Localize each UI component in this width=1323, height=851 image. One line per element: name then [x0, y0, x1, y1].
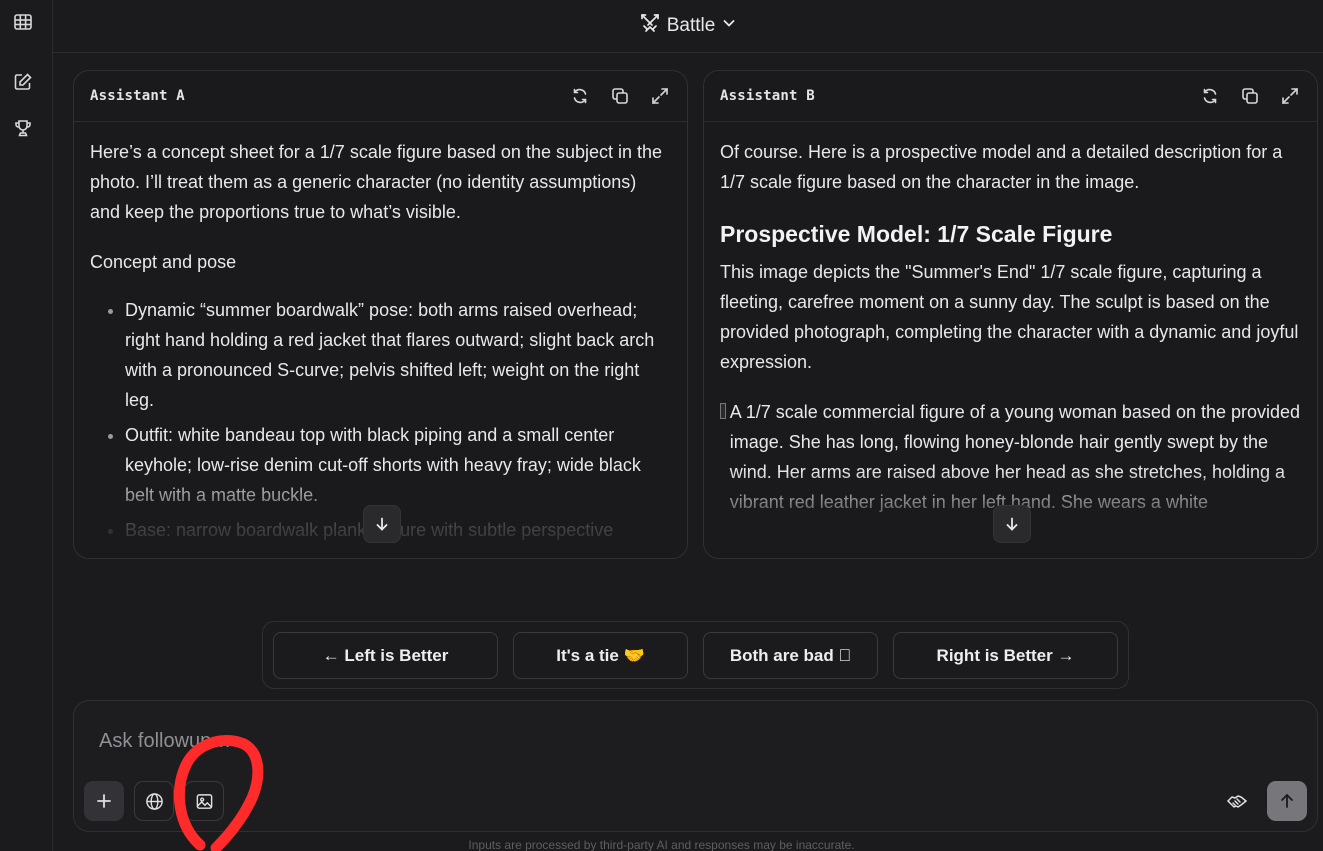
broken-image: A 1/7 scale commercial figure of a young… — [720, 397, 1301, 517]
top-bar: Battle — [53, 0, 1323, 53]
crossed-swords-icon — [639, 12, 661, 40]
trophy-icon[interactable] — [11, 116, 35, 140]
list-item: Dynamic “summer boardwalk” pose: both ar… — [125, 295, 671, 415]
list-item: Outfit: white bandeau top with black pip… — [125, 420, 671, 510]
assistant-b-panel: Assistant B Of course. Here is a prospec… — [703, 70, 1318, 559]
mode-selector[interactable]: Battle — [639, 12, 738, 40]
chevron-down-icon — [721, 15, 737, 37]
panel-title: Assistant A — [90, 88, 185, 104]
both-bad-button[interactable]: Both are bad ⃠ — [703, 632, 878, 679]
intro-text: Of course. Here is a prospective model a… — [720, 142, 1283, 192]
broken-image-icon — [720, 403, 726, 419]
add-attachment-button[interactable] — [84, 781, 124, 821]
image-upload-button[interactable] — [184, 781, 224, 821]
description-text: This image depicts the "Summer's End" 1/… — [720, 262, 1299, 372]
mode-label: Battle — [666, 15, 716, 36]
sidebar — [0, 0, 53, 851]
grid-icon[interactable] — [11, 10, 35, 34]
section-heading: Prospective Model: 1/7 Scale Figure — [720, 221, 1113, 247]
handshake-button[interactable] — [1217, 781, 1257, 821]
panel-title: Assistant B — [720, 88, 815, 104]
copy-icon[interactable] — [609, 85, 631, 107]
globe-icon — [145, 792, 163, 810]
panel-header: Assistant A — [74, 71, 687, 122]
copy-icon[interactable] — [1239, 85, 1261, 107]
send-button[interactable] — [1267, 781, 1307, 821]
image-icon — [196, 793, 212, 809]
followup-input[interactable] — [99, 725, 1199, 757]
panel-content: Here’s a concept sheet for a 1/7 scale f… — [74, 122, 687, 558]
arrow-up-icon — [1281, 793, 1293, 808]
left-is-better-button[interactable]: ← Left is Better — [273, 632, 498, 679]
regenerate-icon[interactable] — [569, 85, 591, 107]
intro-text: Here’s a concept sheet for a 1/7 scale f… — [90, 142, 663, 222]
arrow-down-icon — [1006, 517, 1018, 531]
web-search-button[interactable] — [134, 781, 174, 821]
scroll-down-button[interactable] — [993, 505, 1031, 543]
scroll-down-button[interactable] — [363, 505, 401, 543]
vote-bar: ← Left is Better It's a tie 🤝 Both are b… — [262, 621, 1129, 689]
composer — [73, 700, 1318, 832]
app-root: Battle Assistant A Here’s a concept shee… — [0, 0, 1323, 851]
expand-icon[interactable] — [649, 85, 671, 107]
panel-header: Assistant B — [704, 71, 1317, 122]
assistant-a-panel: Assistant A Here’s a concept sheet for a… — [73, 70, 688, 559]
right-is-better-button[interactable]: Right is Better → — [893, 632, 1118, 679]
section-label: Concept and pose — [90, 252, 237, 272]
handshake-icon — [1227, 795, 1247, 808]
plus-icon — [97, 794, 111, 808]
expand-icon[interactable] — [1279, 85, 1301, 107]
disclaimer-text: Inputs are processed by third-party AI a… — [468, 838, 855, 851]
tie-button[interactable]: It's a tie 🤝 — [513, 632, 688, 679]
edit-icon[interactable] — [11, 70, 35, 94]
panel-content: Of course. Here is a prospective model a… — [704, 122, 1317, 558]
arrow-down-icon — [376, 517, 388, 531]
regenerate-icon[interactable] — [1199, 85, 1221, 107]
image-alt-text: A 1/7 scale commercial figure of a young… — [729, 402, 1301, 512]
